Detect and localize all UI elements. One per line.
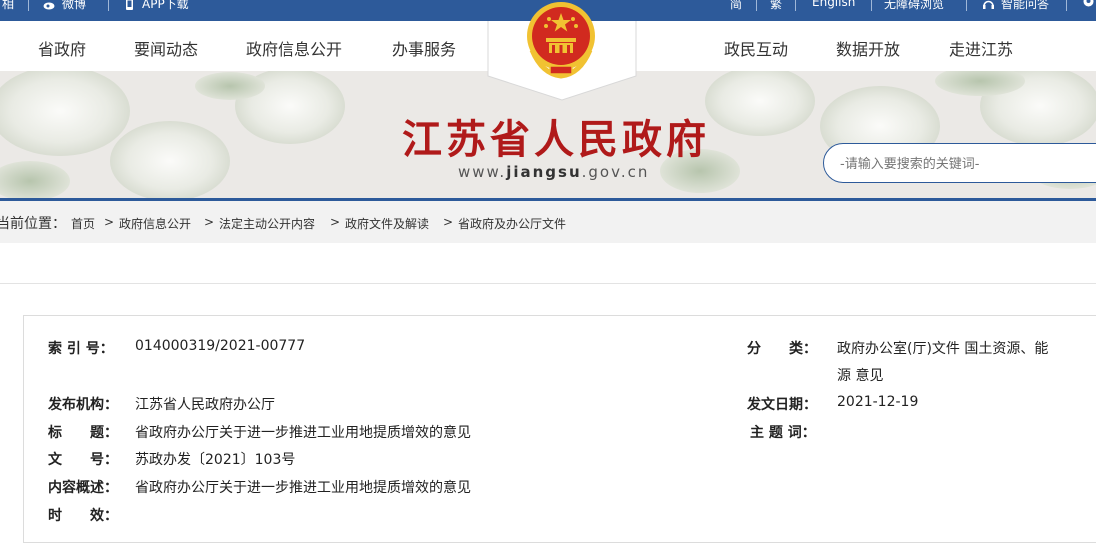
nav-item-open-data[interactable]: 数据开放	[836, 36, 900, 60]
weibo-label: 微博	[62, 0, 87, 11]
breadcrumb-separator: >	[443, 215, 454, 229]
divider	[966, 0, 967, 11]
validity-key: 时 效：	[48, 508, 118, 524]
weibo-link[interactable]: 微博	[43, 0, 86, 12]
category-value-cont: 源 意见	[837, 368, 884, 384]
app-download-link[interactable]: APP下载	[123, 0, 189, 12]
smart-qa-label: 智能问答	[1001, 0, 1050, 11]
headset-icon	[983, 0, 994, 9]
subject-key: 主 题 词：	[750, 425, 816, 441]
breadcrumb-item-legal-content[interactable]: 法定主动公开内容	[219, 215, 315, 232]
user-link[interactable]	[1082, 0, 1096, 9]
category-value: 政府办公室(厅)文件 国土资源、能	[837, 341, 1049, 357]
nav-item-services[interactable]: 办事服务	[392, 36, 456, 60]
topbar-left-text[interactable]: 相	[2, 0, 14, 12]
national-emblem-icon[interactable]	[522, 0, 600, 80]
smart-qa-link[interactable]: 智能问答	[982, 0, 1049, 12]
divider	[871, 0, 872, 11]
site-url: www.jiangsu.gov.cn	[458, 163, 650, 181]
breadcrumb-separator: >	[330, 215, 341, 229]
nav-item-province-gov[interactable]: 省政府	[38, 36, 86, 60]
category-key: 分 类：	[747, 341, 817, 357]
user-icon	[1083, 0, 1094, 7]
index-number-key: 索 引 号：	[48, 341, 114, 357]
nav-item-interaction[interactable]: 政民互动	[724, 36, 788, 60]
index-number-value: 014000319/2021-00777	[135, 338, 306, 354]
nav-item-about-jiangsu[interactable]: 走进江苏	[949, 36, 1013, 60]
issue-date-value: 2021-12-19	[837, 394, 919, 410]
breadcrumb-separator: >	[204, 215, 215, 229]
summary-value: 省政府办公厅关于进一步推进工业用地提质增效的意见	[135, 480, 471, 496]
nav-item-news[interactable]: 要闻动态	[134, 36, 198, 60]
traditional-chinese-link[interactable]: 繁	[770, 0, 782, 12]
title-key: 标 题：	[48, 425, 118, 441]
weibo-icon	[43, 2, 55, 10]
divider	[28, 0, 29, 11]
app-label: APP下载	[142, 0, 189, 11]
divider	[1066, 0, 1067, 11]
breadcrumb-item-info-disclosure[interactable]: 政府信息公开	[119, 215, 191, 232]
breadcrumb: 当前位置： 首页 > 政府信息公开 > 法定主动公开内容 > 政府文件及解读 >…	[0, 201, 1096, 243]
phone-icon	[126, 0, 133, 10]
breadcrumb-label: 当前位置：	[0, 216, 66, 232]
breadcrumb-item-office-docs[interactable]: 省政府及办公厅文件	[458, 215, 566, 232]
publisher-key: 发布机构：	[48, 397, 118, 413]
issue-date-key: 发文日期：	[747, 397, 817, 413]
search-input[interactable]	[838, 153, 1082, 175]
divider	[795, 0, 796, 11]
english-link[interactable]: English	[812, 0, 855, 9]
search-box[interactable]	[823, 143, 1096, 183]
breadcrumb-item-gov-docs[interactable]: 政府文件及解读	[345, 215, 429, 232]
breadcrumb-separator: >	[104, 215, 115, 229]
publisher-value: 江苏省人民政府办公厅	[135, 397, 275, 413]
summary-key: 内容概述：	[48, 480, 118, 496]
divider	[108, 0, 109, 11]
divider	[756, 0, 757, 11]
accessible-browsing-link[interactable]: 无障碍浏览	[884, 0, 944, 12]
breadcrumb-item-home[interactable]: 首页	[71, 215, 95, 232]
nav-item-info-disclosure[interactable]: 政府信息公开	[246, 36, 342, 60]
doc-number-key: 文 号：	[48, 452, 118, 468]
site-title: 江苏省人民政府	[402, 116, 710, 163]
document-info-box: 索 引 号： 014000319/2021-00777 分 类： 政府办公室(厅…	[23, 315, 1096, 543]
doc-number-value: 苏政办发〔2021〕103号	[135, 452, 296, 468]
title-value: 省政府办公厅关于进一步推进工业用地提质增效的意见	[135, 425, 471, 441]
simplified-chinese-link[interactable]: 简	[730, 0, 742, 12]
content-divider	[0, 283, 1096, 284]
